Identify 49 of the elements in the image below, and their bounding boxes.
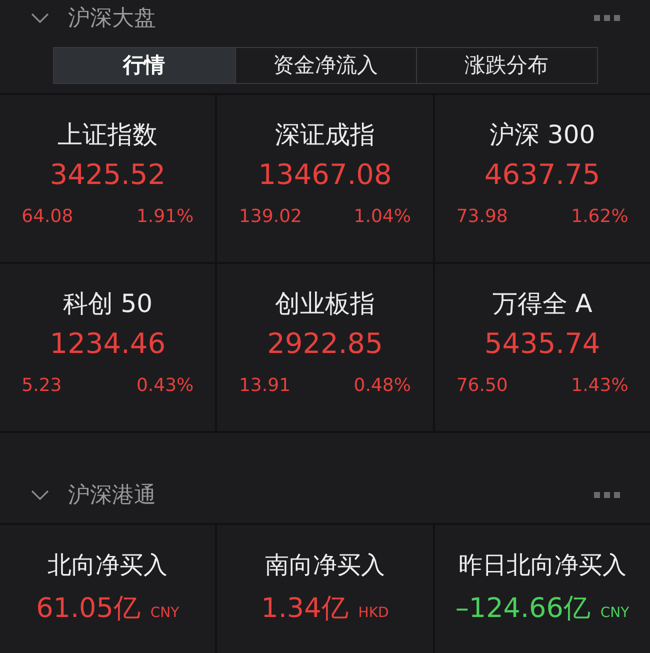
index-name: 创业板指 bbox=[274, 288, 375, 320]
index-change: 5.23 bbox=[22, 374, 62, 398]
index-value: 5435.74 bbox=[484, 326, 600, 362]
index-name: 深证成指 bbox=[274, 119, 375, 151]
tab[interactable]: 行情 bbox=[54, 48, 234, 83]
chevron-icon[interactable] bbox=[30, 12, 50, 24]
index-percent: 1.91% bbox=[136, 205, 194, 229]
index-card[interactable]: 万得全 A 5435.74 76.50 1.43% bbox=[434, 264, 650, 431]
index-card[interactable]: 创业板指 2922.85 13.91 0.48% bbox=[217, 264, 433, 431]
index-card[interactable]: 上证指数 3425.52 64.08 1.91% bbox=[0, 95, 216, 262]
index-value: 2922.85 bbox=[267, 326, 383, 362]
flow-value: –124.66亿 bbox=[455, 592, 590, 626]
index-change: 73.98 bbox=[456, 205, 508, 229]
index-percent: 1.04% bbox=[354, 205, 411, 229]
index-percent: 1.62% bbox=[571, 205, 628, 229]
flow-name: 南向净买入 bbox=[264, 550, 385, 581]
section-title: 沪深港通 bbox=[68, 482, 156, 510]
index-change: 64.08 bbox=[22, 205, 74, 229]
currency-label: CNY bbox=[150, 604, 180, 623]
index-value: 4637.75 bbox=[484, 157, 600, 193]
index-change: 76.50 bbox=[456, 374, 508, 398]
index-change: 139.02 bbox=[238, 205, 302, 229]
currency-label: CNY bbox=[600, 604, 630, 623]
flow-value: 1.34亿 bbox=[261, 592, 348, 626]
flow-value: 61.05亿 bbox=[36, 592, 140, 626]
index-value: 1234.46 bbox=[50, 326, 166, 362]
index-value: 13467.08 bbox=[258, 157, 392, 193]
index-name: 沪深 300 bbox=[489, 119, 596, 151]
index-card[interactable]: 科创 50 1234.46 5.23 0.43% bbox=[0, 264, 216, 431]
flow-card[interactable]: 南向净买入 1.34亿 HKD bbox=[217, 525, 433, 653]
more-icon[interactable] bbox=[594, 15, 620, 21]
index-card[interactable]: 深证成指 13467.08 139.02 1.04% bbox=[217, 95, 433, 262]
flow-card[interactable]: 昨日北向净买入 –124.66亿 CNY bbox=[434, 525, 650, 653]
index-percent: 1.43% bbox=[571, 374, 628, 398]
flow-name: 北向净买入 bbox=[48, 550, 168, 581]
index-percent: 0.48% bbox=[354, 374, 411, 398]
index-value: 3425.52 bbox=[50, 157, 166, 193]
index-name: 科创 50 bbox=[62, 288, 153, 320]
index-name: 万得全 A bbox=[492, 288, 592, 320]
index-change: 13.91 bbox=[238, 374, 291, 398]
index-card[interactable]: 沪深 300 4637.75 73.98 1.62% bbox=[434, 95, 650, 262]
index-percent: 0.43% bbox=[136, 374, 194, 398]
chevron-icon[interactable] bbox=[30, 489, 50, 501]
flow-card[interactable]: 北向净买入 61.05亿 CNY bbox=[0, 525, 216, 653]
currency-label: HKD bbox=[358, 604, 389, 623]
section-title: 沪深大盘 bbox=[68, 4, 156, 32]
index-name: 上证指数 bbox=[58, 119, 158, 151]
flow-name: 昨日北向净买入 bbox=[458, 550, 626, 581]
more-icon[interactable] bbox=[594, 492, 620, 498]
